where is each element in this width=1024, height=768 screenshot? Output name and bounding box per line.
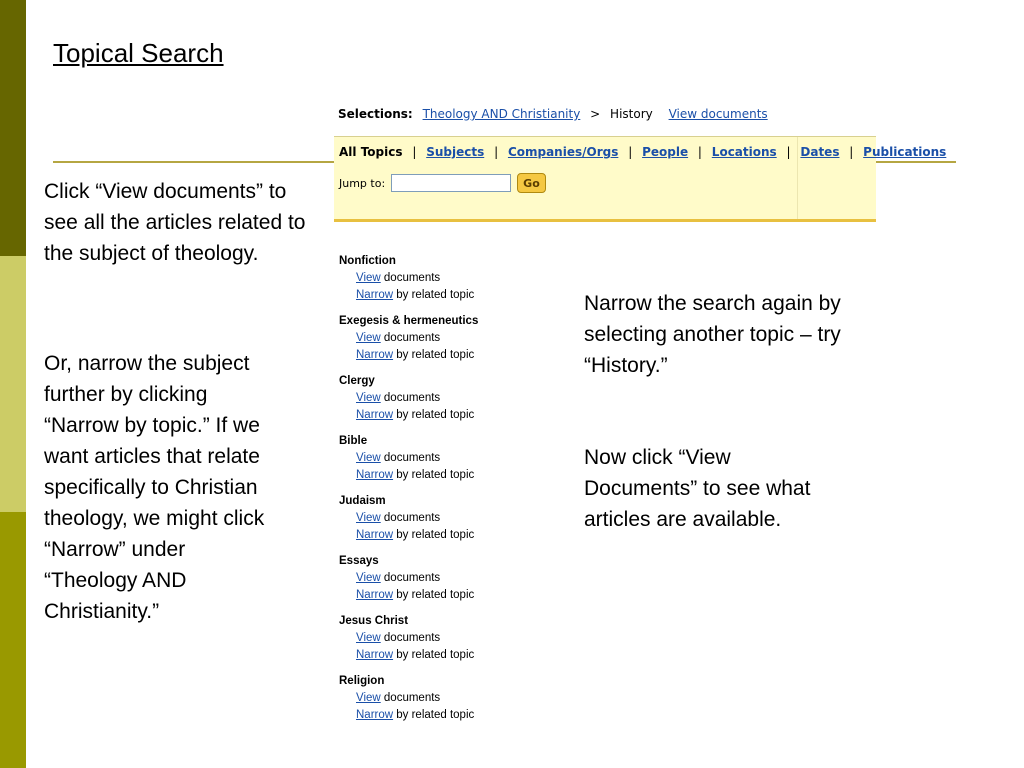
topic-view-row: View documents	[339, 390, 478, 407]
topic-narrow-suffix: by related topic	[393, 469, 475, 481]
topics-panel: All Topics | Subjects | Companies/Orgs |…	[334, 136, 946, 222]
topic-view-row: View documents	[339, 510, 478, 527]
topic-name: Exegesis & hermeneutics	[339, 315, 479, 327]
tab-all-topics[interactable]: All Topics	[339, 145, 403, 159]
view-documents-link[interactable]: View documents	[669, 107, 768, 121]
topic-narrow-suffix: by related topic	[393, 589, 475, 601]
breadcrumb-current: History	[610, 107, 653, 121]
topic-narrow-link[interactable]: Narrow	[356, 589, 393, 601]
topic-view-link[interactable]: View	[356, 512, 381, 524]
sidebar-strip-light	[0, 256, 26, 512]
topic-group: Exegesis & hermeneutics View documents Nar…	[339, 313, 478, 373]
tab-publications[interactable]: Publications	[863, 145, 946, 159]
selections-label: Selections:	[338, 107, 413, 121]
topic-narrow-suffix: by related topic	[393, 709, 475, 721]
tab-people[interactable]: People	[642, 145, 688, 159]
topic-view-suffix: documents	[380, 452, 441, 464]
topic-view-link[interactable]: View	[356, 392, 381, 404]
topic-narrow-suffix: by related topic	[393, 349, 475, 361]
topic-view-suffix: documents	[380, 692, 441, 704]
topic-narrow-suffix: by related topic	[393, 529, 475, 541]
topic-view-row: View documents	[339, 570, 478, 587]
topic-view-suffix: documents	[380, 572, 441, 584]
topic-narrow-link[interactable]: Narrow	[356, 469, 393, 481]
topic-narrow-link[interactable]: Narrow	[356, 649, 393, 661]
topic-view-row: View documents	[339, 630, 478, 647]
topic-list: Nonfiction View documents Narrow by relate…	[339, 253, 478, 733]
note-narrow-again: Narrow the search again by selecting ano…	[584, 292, 841, 377]
topic-view-suffix: documents	[380, 392, 441, 404]
sidebar-strip-dark	[0, 0, 26, 256]
slide-title: Topical Search	[53, 38, 224, 68]
topic-view-row: View documents	[339, 330, 478, 347]
tab-dates[interactable]: Dates	[800, 145, 839, 159]
topic-narrow-row: Narrow by related topic	[339, 467, 478, 484]
tab-locations[interactable]: Locations	[712, 145, 777, 159]
topic-name: Bible	[339, 435, 368, 447]
note-view-documents: Click “View documents” to see all the ar…	[44, 180, 306, 265]
topic-name: Religion	[339, 675, 385, 687]
topic-name: Judaism	[339, 495, 386, 507]
topic-narrow-link[interactable]: Narrow	[356, 349, 393, 361]
topic-narrow-link[interactable]: Narrow	[356, 409, 393, 421]
topic-narrow-link[interactable]: Narrow	[356, 709, 393, 721]
topic-narrow-row: Narrow by related topic	[339, 407, 478, 424]
sidebar-strip-olive	[0, 512, 26, 768]
topic-view-link[interactable]: View	[356, 692, 381, 704]
tab-companies-orgs[interactable]: Companies/Orgs	[508, 145, 618, 159]
go-button[interactable]: Go	[517, 173, 546, 193]
topic-narrow-suffix: by related topic	[393, 649, 475, 661]
topic-view-row: View documents	[339, 450, 478, 467]
tab-subjects[interactable]: Subjects	[426, 145, 484, 159]
breadcrumb-separator: >	[590, 107, 601, 121]
jump-to-row: Jump to: Go	[339, 173, 546, 193]
topic-view-suffix: documents	[380, 632, 441, 644]
note-narrow-topic: Or, narrow the subject further by clicki…	[44, 352, 265, 623]
topic-view-link[interactable]: View	[356, 272, 381, 284]
topic-view-suffix: documents	[380, 272, 441, 284]
topic-view-suffix: documents	[380, 332, 441, 344]
topic-name: Jesus Christ	[339, 615, 409, 627]
title-rule-right	[876, 161, 956, 163]
topic-view-link[interactable]: View	[356, 572, 381, 584]
topic-group: Religion View documents Narrow by related …	[339, 673, 478, 733]
note-view-available: Now click “View Documents” to see what a…	[584, 446, 811, 531]
topic-view-link[interactable]: View	[356, 632, 381, 644]
topic-narrow-link[interactable]: Narrow	[356, 529, 393, 541]
topic-narrow-suffix: by related topic	[393, 409, 475, 421]
topic-view-suffix: documents	[380, 512, 441, 524]
topic-group: Nonfiction View documents Narrow by relate…	[339, 253, 478, 313]
topic-tabs: All Topics | Subjects | Companies/Orgs |…	[339, 145, 947, 159]
topic-group: Essays View documents Narrow by related to…	[339, 553, 478, 613]
topic-group: Jesus Christ View documents Narrow by rela…	[339, 613, 478, 673]
topic-name: Essays	[339, 555, 379, 567]
topic-view-link[interactable]: View	[356, 452, 381, 464]
topic-group: Judaism View documents Narrow by related t…	[339, 493, 478, 553]
breadcrumb-theology-christianity[interactable]: Theology AND Christianity	[423, 107, 581, 121]
jump-to-label: Jump to:	[339, 176, 386, 190]
topic-narrow-row: Narrow by related topic	[339, 287, 478, 304]
topic-view-row: View documents	[339, 270, 478, 287]
topic-name: Nonfiction	[339, 255, 396, 267]
topic-narrow-link[interactable]: Narrow	[356, 289, 393, 301]
topic-group: Bible View documents Narrow by related top…	[339, 433, 478, 493]
topic-view-link[interactable]: View	[356, 332, 381, 344]
topic-narrow-row: Narrow by related topic	[339, 347, 478, 364]
topic-name: Clergy	[339, 375, 375, 387]
jump-to-input[interactable]	[391, 174, 512, 192]
topic-narrow-row: Narrow by related topic	[339, 527, 478, 544]
title-rule-left	[53, 161, 335, 163]
topic-group: Clergy View documents Narrow by related to…	[339, 373, 478, 433]
topic-narrow-suffix: by related topic	[393, 289, 475, 301]
selections-breadcrumb: Selections: Theology AND Christianity > …	[338, 107, 768, 121]
topic-narrow-row: Narrow by related topic	[339, 707, 478, 724]
topic-narrow-row: Narrow by related topic	[339, 647, 478, 664]
topic-narrow-row: Narrow by related topic	[339, 587, 478, 604]
topic-view-row: View documents	[339, 690, 478, 707]
